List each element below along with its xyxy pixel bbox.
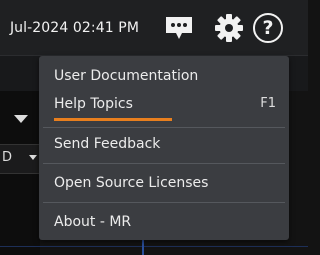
menu-item-send-feedback[interactable]: Send Feedback — [39, 129, 289, 159]
menu-item-about[interactable]: About - MR — [39, 207, 289, 237]
help-button[interactable]: ? — [253, 13, 283, 43]
viewport-border — [0, 246, 308, 247]
menu-divider — [43, 127, 285, 128]
menu-divider — [43, 163, 285, 164]
menu-item-open-source-licenses[interactable]: Open Source Licenses — [39, 168, 289, 198]
caret-down-icon — [29, 155, 37, 160]
menu-item-help-topics[interactable]: Help Topics F1 — [39, 89, 289, 117]
top-bar: Jul-2024 02:41 PM ? — [0, 0, 308, 56]
help-menu: User Documentation Help Topics F1 Send F… — [39, 56, 289, 240]
shortcut-key: F1 — [260, 96, 276, 111]
menu-item-user-documentation[interactable]: User Documentation — [39, 61, 289, 91]
menu-item-label: Open Source Licenses — [54, 175, 209, 191]
help-circle-icon: ? — [253, 13, 283, 43]
left-panel-selector-label: D — [2, 150, 13, 165]
menu-item-label: User Documentation — [54, 68, 199, 84]
menu-item-label: Help Topics — [54, 96, 133, 112]
chevron-down-icon[interactable] — [14, 115, 28, 123]
gear-icon — [215, 14, 243, 42]
menu-divider — [43, 202, 285, 203]
settings-button[interactable] — [214, 13, 244, 43]
menu-item-label: About - MR — [54, 214, 132, 230]
chat-bubble-icon — [166, 17, 192, 39]
menu-item-label: Send Feedback — [54, 136, 161, 152]
datetime-display: Jul-2024 02:41 PM — [9, 20, 139, 36]
feedback-button[interactable] — [162, 15, 196, 41]
hover-highlight-bar — [54, 118, 172, 121]
